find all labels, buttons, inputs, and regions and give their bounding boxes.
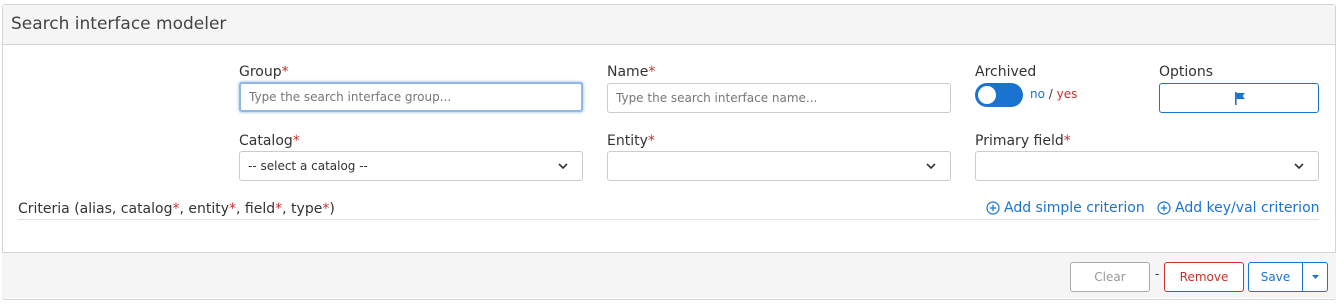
- group-input[interactable]: [239, 82, 583, 112]
- plus-circle-icon: [986, 201, 1000, 215]
- plus-circle-icon: [1157, 201, 1171, 215]
- criteria-divider: [18, 219, 1319, 220]
- toggle-knob: [978, 86, 996, 104]
- add-keyval-criterion-label: Add key/val criterion: [1175, 200, 1320, 216]
- primary-field-label: Primary field*: [975, 133, 1071, 149]
- catalog-select[interactable]: -- select a catalog --: [239, 151, 583, 181]
- primary-field-select[interactable]: [975, 151, 1319, 181]
- add-simple-criterion-label: Add simple criterion: [1004, 200, 1145, 216]
- flag-icon: [1235, 92, 1245, 105]
- archived-toggle[interactable]: [975, 83, 1023, 107]
- group-label: Group*: [239, 64, 289, 80]
- entity-select[interactable]: [607, 151, 951, 181]
- chevron-down-icon: [558, 163, 568, 170]
- catalog-label: Catalog*: [239, 133, 300, 149]
- options-button[interactable]: [1159, 83, 1319, 113]
- name-input[interactable]: [607, 83, 951, 113]
- catalog-select-value: -- select a catalog --: [248, 159, 368, 173]
- criteria-label: Criteria (alias, catalog*, entity*, fiel…: [18, 201, 335, 217]
- archived-toggle-text: no / yes: [1030, 87, 1078, 101]
- panel-header: Search interface modeler: [3, 5, 1335, 45]
- panel-title: Search interface modeler: [11, 14, 227, 34]
- name-label: Name*: [607, 64, 656, 80]
- chevron-down-icon: [1294, 163, 1304, 170]
- options-label: Options: [1159, 64, 1214, 80]
- add-keyval-criterion-link[interactable]: Add key/val criterion: [1157, 200, 1320, 216]
- chevron-down-icon: [926, 163, 936, 170]
- add-simple-criterion-link[interactable]: Add simple criterion: [986, 200, 1145, 216]
- entity-label: Entity*: [607, 133, 655, 149]
- archived-label: Archived: [975, 64, 1037, 80]
